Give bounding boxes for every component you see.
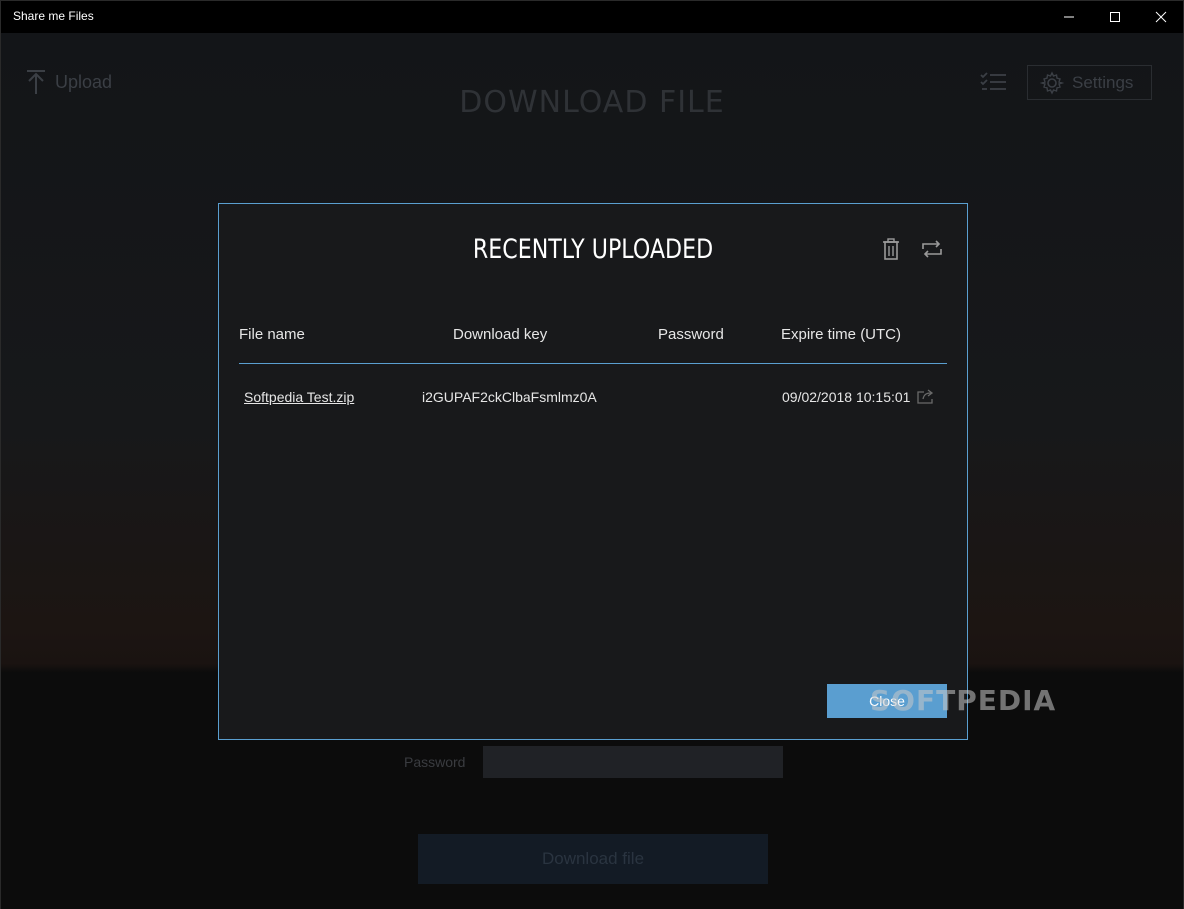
watermark-logo: SOFTPEDIA <box>870 684 1057 717</box>
column-header-password: Password <box>658 326 724 343</box>
title-bar[interactable]: Share me Files <box>1 1 1183 33</box>
column-header-file-name: File name <box>239 326 305 343</box>
minimize-button[interactable] <box>1046 1 1092 33</box>
header-divider <box>239 363 947 364</box>
password-label: Password <box>404 754 466 770</box>
download-key-value: i2GUPAF2ckClbaFsmlmz0A <box>422 389 597 405</box>
refresh-button[interactable] <box>921 240 943 263</box>
gear-icon <box>1040 70 1064 95</box>
dialog-title: RECENTLY UPLOADED <box>472 234 714 265</box>
trash-icon <box>883 238 899 260</box>
download-file-button[interactable]: Download file <box>418 834 768 884</box>
column-header-expire-time: Expire time (UTC) <box>781 326 902 343</box>
close-icon <box>1155 11 1167 23</box>
settings-button[interactable]: Settings <box>1027 65 1152 100</box>
app-window: Share me Files Upload DOWNLOAD FILE Sett… <box>0 0 1184 909</box>
column-header-download-key: Download key <box>453 326 548 343</box>
clear-history-button[interactable] <box>881 238 901 265</box>
maximize-button[interactable] <box>1092 1 1138 33</box>
share-button[interactable] <box>917 388 935 409</box>
expire-time-value: 09/02/2018 10:15:01 <box>782 389 911 405</box>
close-window-button[interactable] <box>1138 1 1184 33</box>
password-input[interactable] <box>483 746 783 778</box>
checklist-icon <box>980 72 1006 90</box>
settings-label: Settings <box>1072 72 1134 92</box>
recently-uploaded-dialog: RECENTLY UPLOADED File name Download key… <box>218 203 968 740</box>
repeat-icon <box>922 240 942 258</box>
window-title: Share me Files <box>13 9 94 23</box>
share-icon <box>917 389 934 404</box>
file-name-link[interactable]: Softpedia Test.zip <box>244 389 354 405</box>
maximize-icon <box>1110 12 1120 22</box>
minimize-icon <box>1064 16 1074 18</box>
recent-list-button[interactable] <box>979 71 1007 98</box>
